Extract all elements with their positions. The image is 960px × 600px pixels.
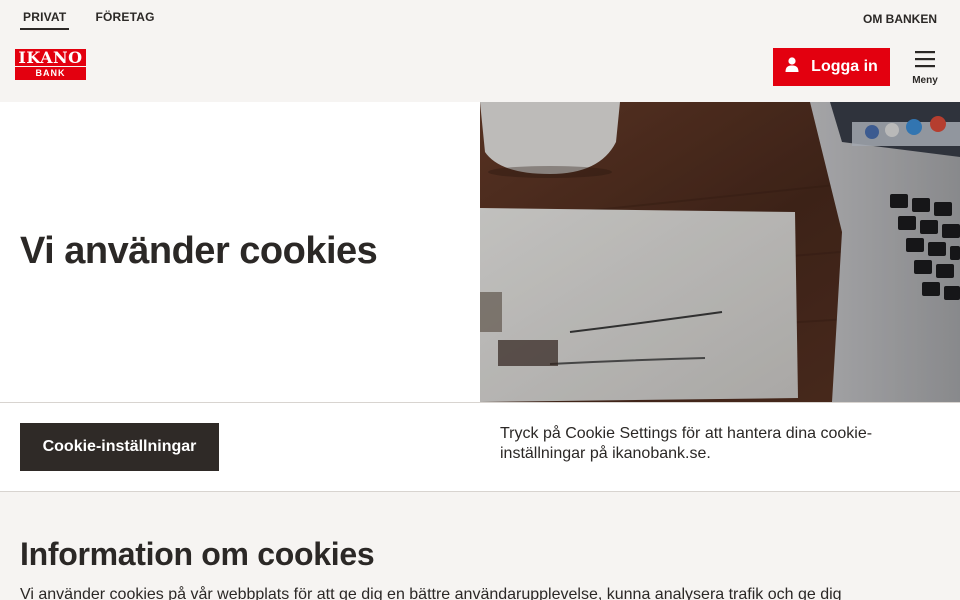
cookie-settings-bar: Cookie-inställningar Tryck på Cookie Set… <box>0 402 960 492</box>
menu-button[interactable]: Meny <box>907 50 943 90</box>
hero-section: Vi använder cookies <box>0 102 960 402</box>
cookie-settings-description: Tryck på Cookie Settings för att hantera… <box>500 425 873 462</box>
login-label: Logga in <box>811 58 878 75</box>
user-icon <box>785 57 799 77</box>
nav-foretag[interactable]: FÖRETAG <box>95 10 154 30</box>
logo-wordmark: IKANO <box>15 49 86 66</box>
login-button[interactable]: Logga in <box>773 48 890 86</box>
site-header: PRIVAT FÖRETAG OM BANKEN IKANO BANK Logg… <box>0 0 960 102</box>
hamburger-menu-icon <box>915 50 935 68</box>
hero-text-panel: Vi använder cookies <box>0 102 480 402</box>
menu-label: Meny <box>912 75 938 86</box>
cookie-settings-button[interactable]: Cookie-inställningar <box>20 423 219 471</box>
nav-om-banken[interactable]: OM BANKEN <box>863 12 937 26</box>
logo-subtitle: BANK <box>15 67 86 80</box>
segment-nav: PRIVAT FÖRETAG <box>20 10 155 30</box>
ikano-bank-logo[interactable]: IKANO BANK <box>15 49 86 80</box>
cookie-info-section: Information om cookies Vi använder cooki… <box>0 492 960 600</box>
info-text: Vi använder cookies på vår webbplats för… <box>20 586 842 600</box>
hero-image <box>480 102 960 402</box>
page-title: Vi använder cookies <box>20 230 378 272</box>
nav-privat[interactable]: PRIVAT <box>20 10 70 30</box>
info-title: Information om cookies <box>20 536 375 572</box>
